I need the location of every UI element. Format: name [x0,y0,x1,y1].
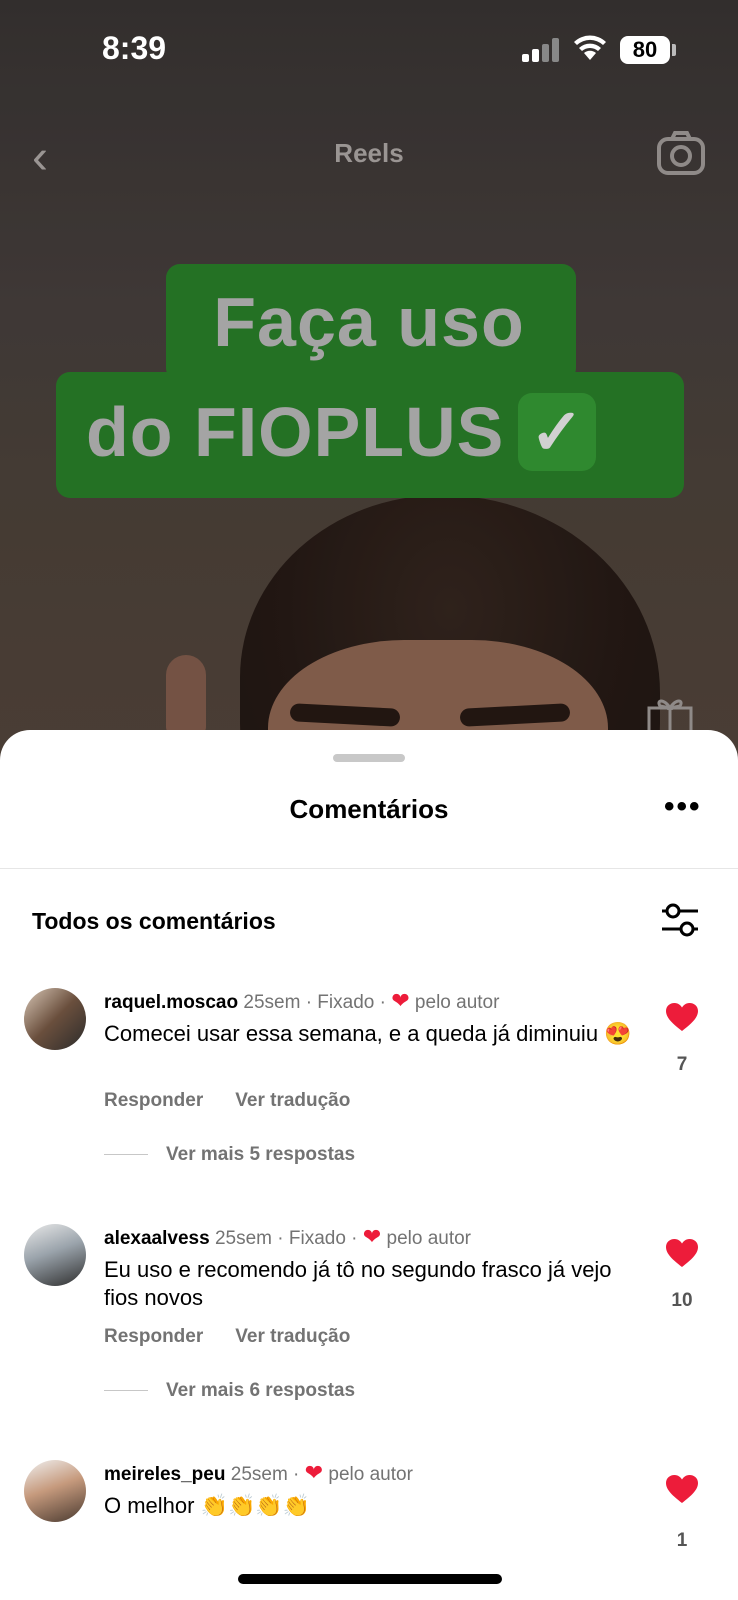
sheet-title: Comentários [289,794,449,824]
status-time: 8:39 [102,30,167,66]
liked-by-author: pelo autor [323,1464,413,1485]
cellular-signal-icon [522,38,562,62]
comment-text: Comecei usar essa semana, e a queda já d… [104,1021,632,1046]
comments-filter-label[interactable]: Todos os comentários [32,908,276,935]
comment-actions: Responder Ver tradução [104,1090,382,1112]
heart-icon: ❤ [391,988,410,1013]
comment-time-pinned: 25sem · Fixado · [209,1228,363,1249]
like-heart-icon[interactable] [664,1474,700,1504]
comment-meta: raquel.moscao 25sem · Fixado · ❤ pelo au… [104,988,499,1014]
reply-button[interactable]: Responder [104,1326,203,1347]
comment-username[interactable]: alexaalvess [104,1228,210,1249]
comments-sheet[interactable]: Comentários ••• Todos os comentários raq… [0,730,738,1600]
comment-username[interactable]: raquel.moscao [104,992,238,1013]
battery-tip [672,44,676,56]
comment-time: 25sem · [225,1464,305,1485]
comment-username[interactable]: meireles_peu [104,1464,225,1485]
reel-video[interactable]: Faça uso do FIOPLUS ✓ [0,0,738,760]
comment-item: raquel.moscao 25sem · Fixado · ❤ pelo au… [0,988,738,1178]
wifi-icon [574,35,606,60]
translate-button[interactable]: Ver tradução [235,1090,350,1111]
replies-divider [104,1154,148,1156]
heart-icon: ❤ [304,1460,324,1485]
liked-by-author: pelo autor [409,992,500,1013]
like-count: 7 [676,1054,688,1075]
more-options-icon[interactable]: ••• [664,790,702,824]
replies-divider [104,1390,148,1392]
view-replies-label: Ver mais 6 respostas [166,1380,356,1401]
view-replies-label: Ver mais 5 respostas [166,1144,356,1165]
battery-icon: 80 [620,36,670,64]
home-indicator[interactable] [238,1574,502,1584]
comment-text: Eu uso e recomendo já tô no segundo fras… [104,1257,612,1310]
translate-button[interactable]: Ver tradução [235,1326,350,1347]
like-count: 1 [676,1530,688,1551]
like-count: 10 [671,1290,693,1311]
heart-icon: ❤ [362,1224,382,1249]
comment-actions: Responder Ver tradução [104,1326,382,1348]
avatar[interactable] [24,1460,86,1522]
page-title: Reels [334,138,404,168]
comment-item: alexaalvess 25sem · Fixado · ❤ pelo auto… [0,1224,738,1414]
view-replies-button[interactable]: Ver mais 5 respostas [104,1144,355,1166]
comment-meta: meireles_peu 25sem · ❤ pelo autor [104,1460,413,1486]
comment-meta: alexaalvess 25sem · Fixado · ❤ pelo auto… [104,1224,471,1250]
status-bar: 8:39 80 [0,0,738,100]
filter-sliders-icon[interactable] [660,902,700,938]
comment-time-pinned: 25sem · Fixado · [238,992,392,1013]
like-heart-icon[interactable] [664,1238,700,1268]
avatar[interactable] [24,988,86,1050]
sheet-divider [0,868,738,869]
video-dim-overlay [0,0,738,760]
avatar[interactable] [24,1224,86,1286]
comment-text: O melhor 👏👏👏👏 [104,1493,311,1518]
camera-icon[interactable] [656,130,706,176]
liked-by-author: pelo autor [381,1228,472,1249]
like-heart-icon[interactable] [664,1002,700,1032]
sheet-grabber-handle[interactable] [333,754,405,762]
view-replies-button[interactable]: Ver mais 6 respostas [104,1380,355,1402]
comment-item: meireles_peu 25sem · ❤ pelo autor O melh… [0,1460,738,1580]
reply-button[interactable]: Responder [104,1090,203,1111]
